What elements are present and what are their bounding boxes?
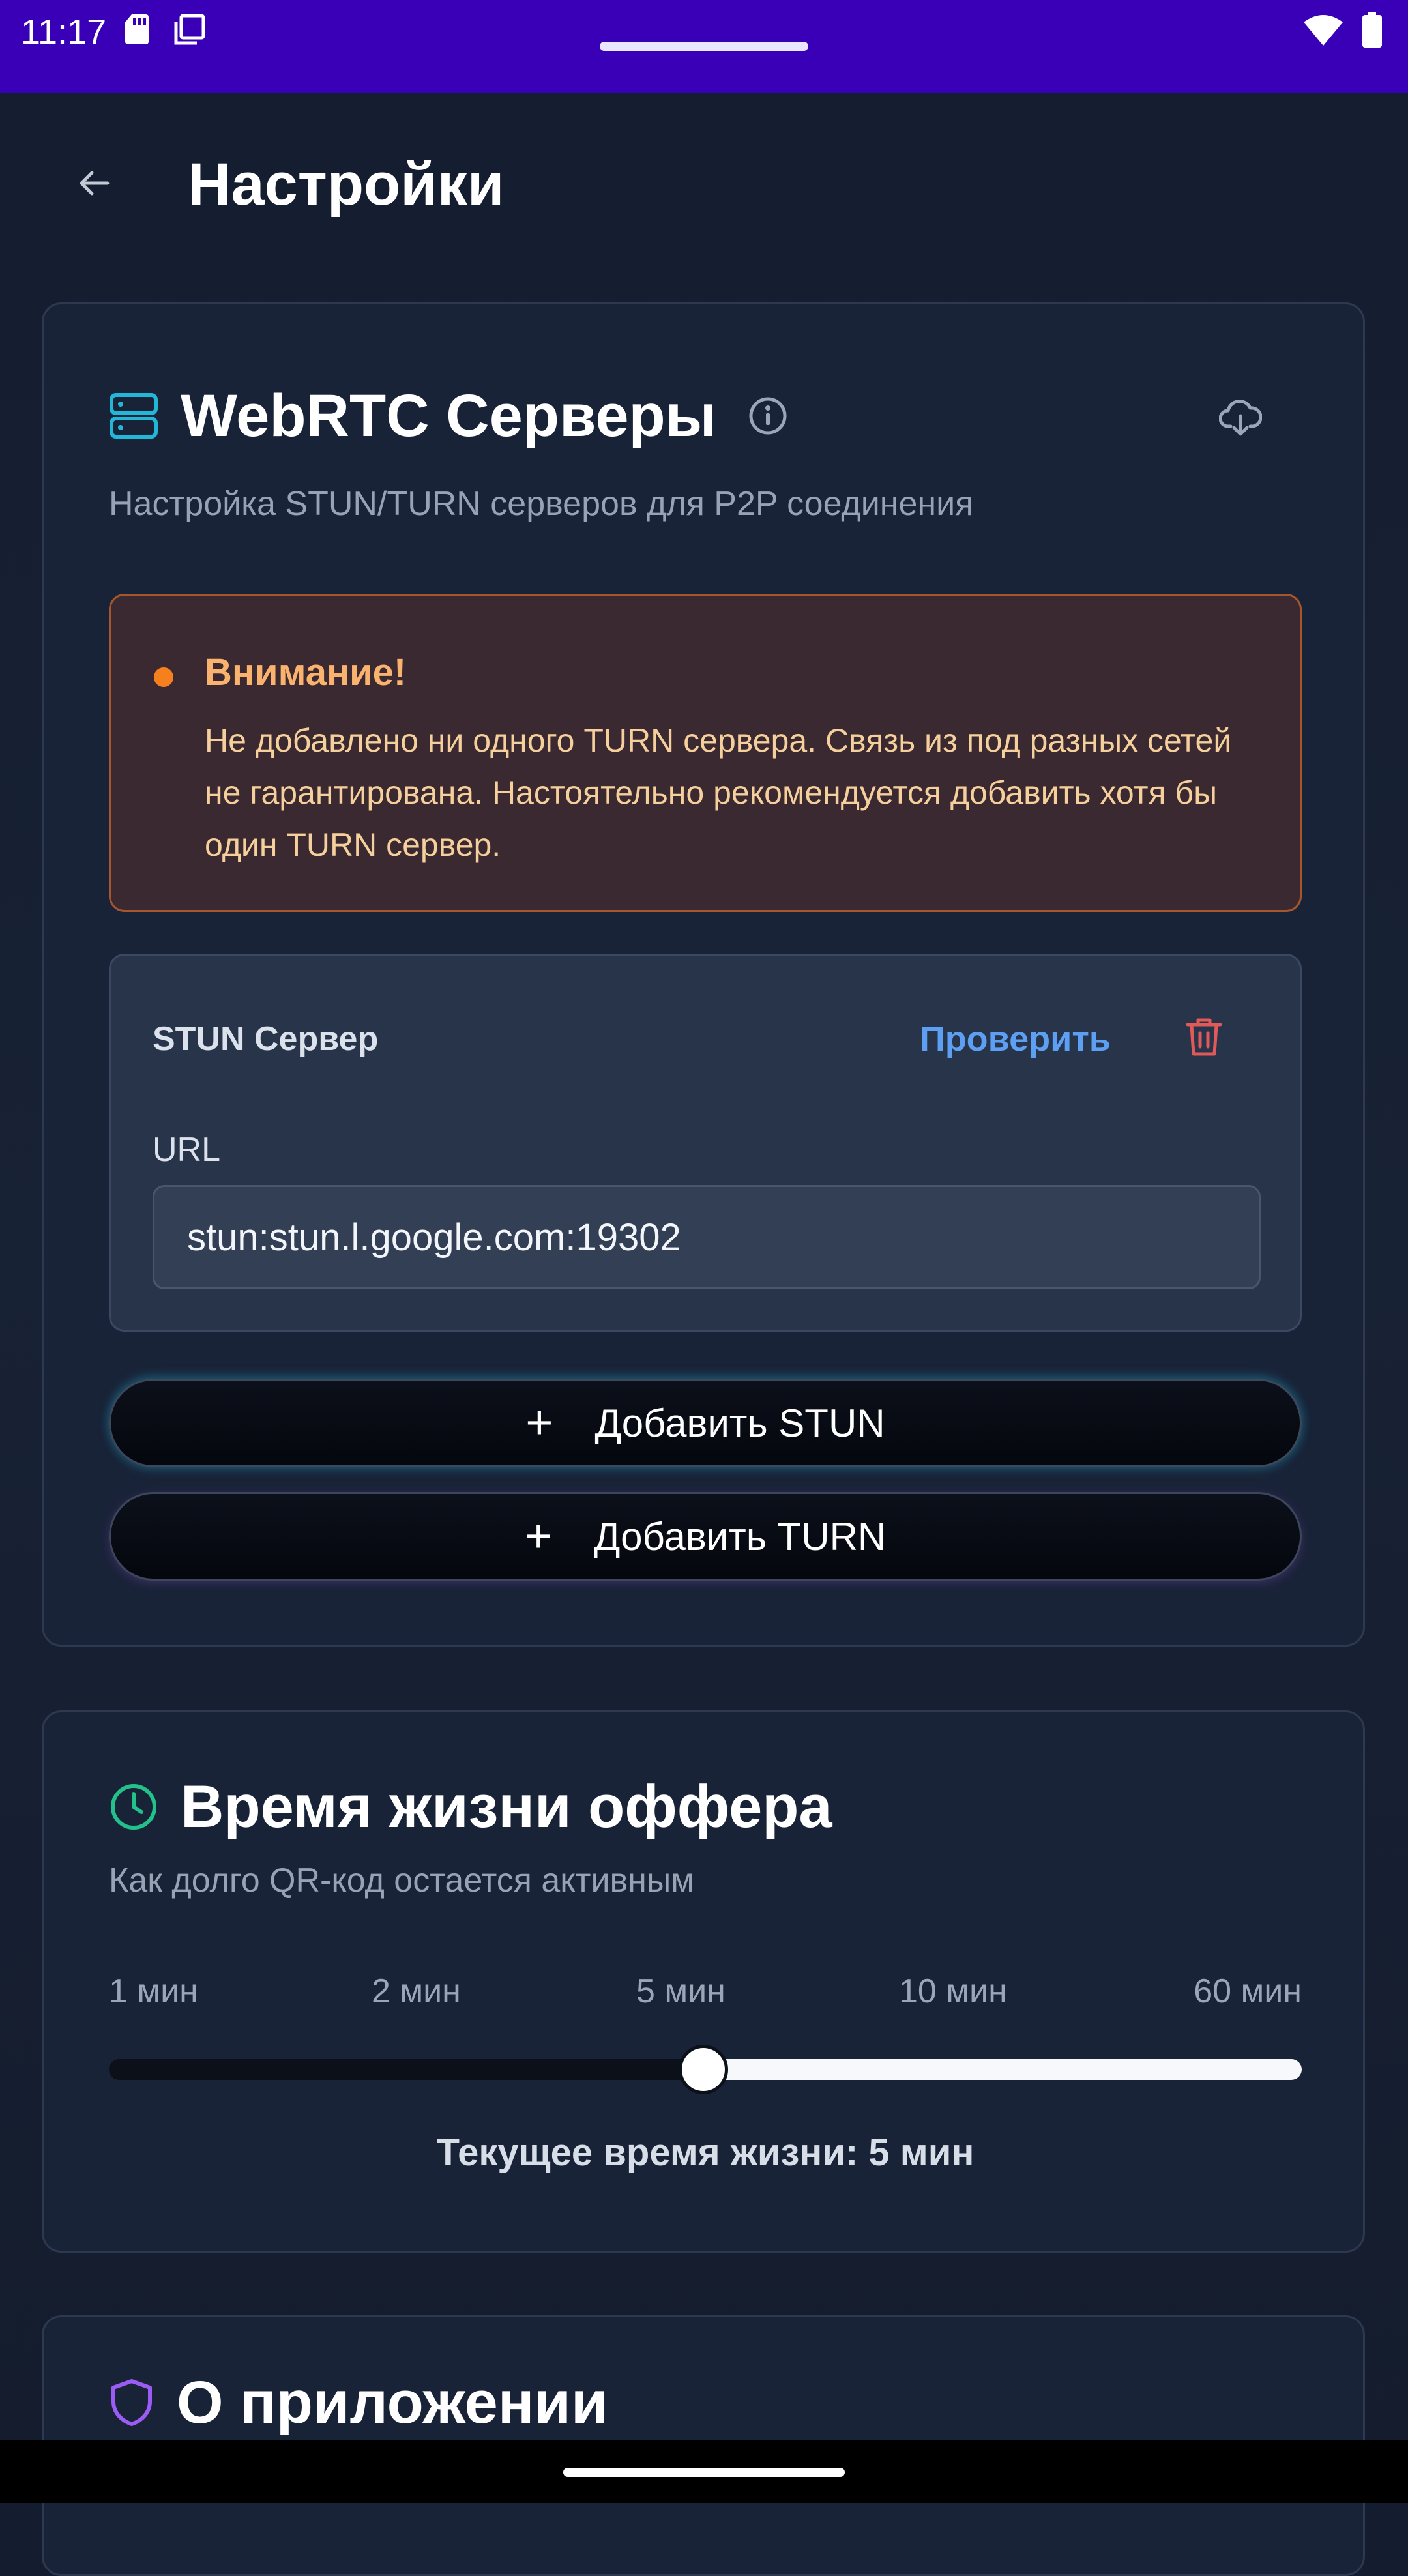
status-icons-right [1302,12,1383,51]
url-label: URL [153,1131,221,1169]
info-icon[interactable] [748,396,788,436]
offer-lifetime-title-row: Время жизни оффера [109,1771,832,1843]
add-turn-button[interactable]: + Добавить TURN [109,1492,1302,1581]
status-pill [600,42,808,51]
add-turn-label: Добавить TURN [593,1514,887,1559]
import-servers-button[interactable] [1208,387,1273,452]
webrtc-title-row: WebRTC Серверы [109,380,788,452]
wifi-icon [1302,13,1344,50]
plus-icon: + [524,1510,552,1562]
plus-icon: + [525,1397,553,1449]
clock-icon [109,1782,158,1832]
arrow-back-icon [78,166,111,203]
turn-warning: Внимание! Не добавлено ни одного TURN се… [109,594,1302,912]
about-title: О приложении [177,2369,608,2436]
page-title: Настройки [188,151,505,218]
about-title-row: О приложении [109,2367,608,2438]
check-server-button[interactable]: Проверить [920,1018,1111,1060]
sd-card-icon [124,13,150,49]
lifetime-slider[interactable] [109,2043,1302,2096]
warning-title: Внимание! [205,651,407,694]
add-stun-label: Добавить STUN [594,1401,885,1445]
tick-label: 1 мин [109,1972,198,2010]
status-icons-left [124,13,206,49]
offer-lifetime-card: Время жизни оффера Как долго QR-код оста… [42,1710,1365,2253]
offer-lifetime-subtitle: Как долго QR-код остается активным [109,1862,694,1899]
tick-label: 10 мин [899,1972,1007,2010]
navigation-bar [0,2440,1408,2503]
slider-track-active [696,2059,1302,2080]
add-stun-button[interactable]: + Добавить STUN [109,1379,1302,1467]
trash-icon [1185,1017,1223,1061]
server-icon [109,391,158,441]
server-url-input[interactable] [153,1185,1261,1289]
tick-label: 60 мин [1194,1972,1302,2010]
webrtc-servers-card: WebRTC Серверы Настройка STUN/TURN серве… [42,302,1365,1647]
status-time: 11:17 [21,12,107,51]
delete-server-button[interactable] [1175,1009,1233,1068]
stun-server-entry: STUN Сервер Проверить URL [109,954,1302,1332]
webrtc-title: WebRTC Серверы [181,383,717,449]
cloud-download-icon [1218,398,1263,441]
tick-label: 2 мин [372,1972,461,2010]
warning-dot-icon [154,667,173,687]
slider-thumb[interactable] [679,2045,728,2094]
status-bar: 11:17 [0,0,1408,93]
lifetime-ticks: 1 мин 2 мин 5 мин 10 мин 60 мин [109,1970,1302,2016]
screenshot-icon [173,13,206,49]
offer-lifetime-title: Время жизни оффера [181,1774,832,1840]
current-lifetime-label: Текущее время жизни: 5 мин [436,2131,975,2174]
back-button[interactable] [65,155,124,214]
shield-icon [109,2378,154,2427]
warning-text: Не добавлено ни одного TURN сервера. Свя… [205,722,1232,863]
slider-track-inactive [109,2059,703,2080]
home-gesture-handle[interactable] [563,2468,845,2477]
server-type-label: STUN Сервер [153,1020,379,1058]
webrtc-subtitle: Настройка STUN/TURN серверов для P2P сое… [109,485,974,523]
battery-icon [1361,12,1383,51]
tick-label: 5 мин [636,1972,726,2010]
app-bar: Настройки [0,93,1408,282]
